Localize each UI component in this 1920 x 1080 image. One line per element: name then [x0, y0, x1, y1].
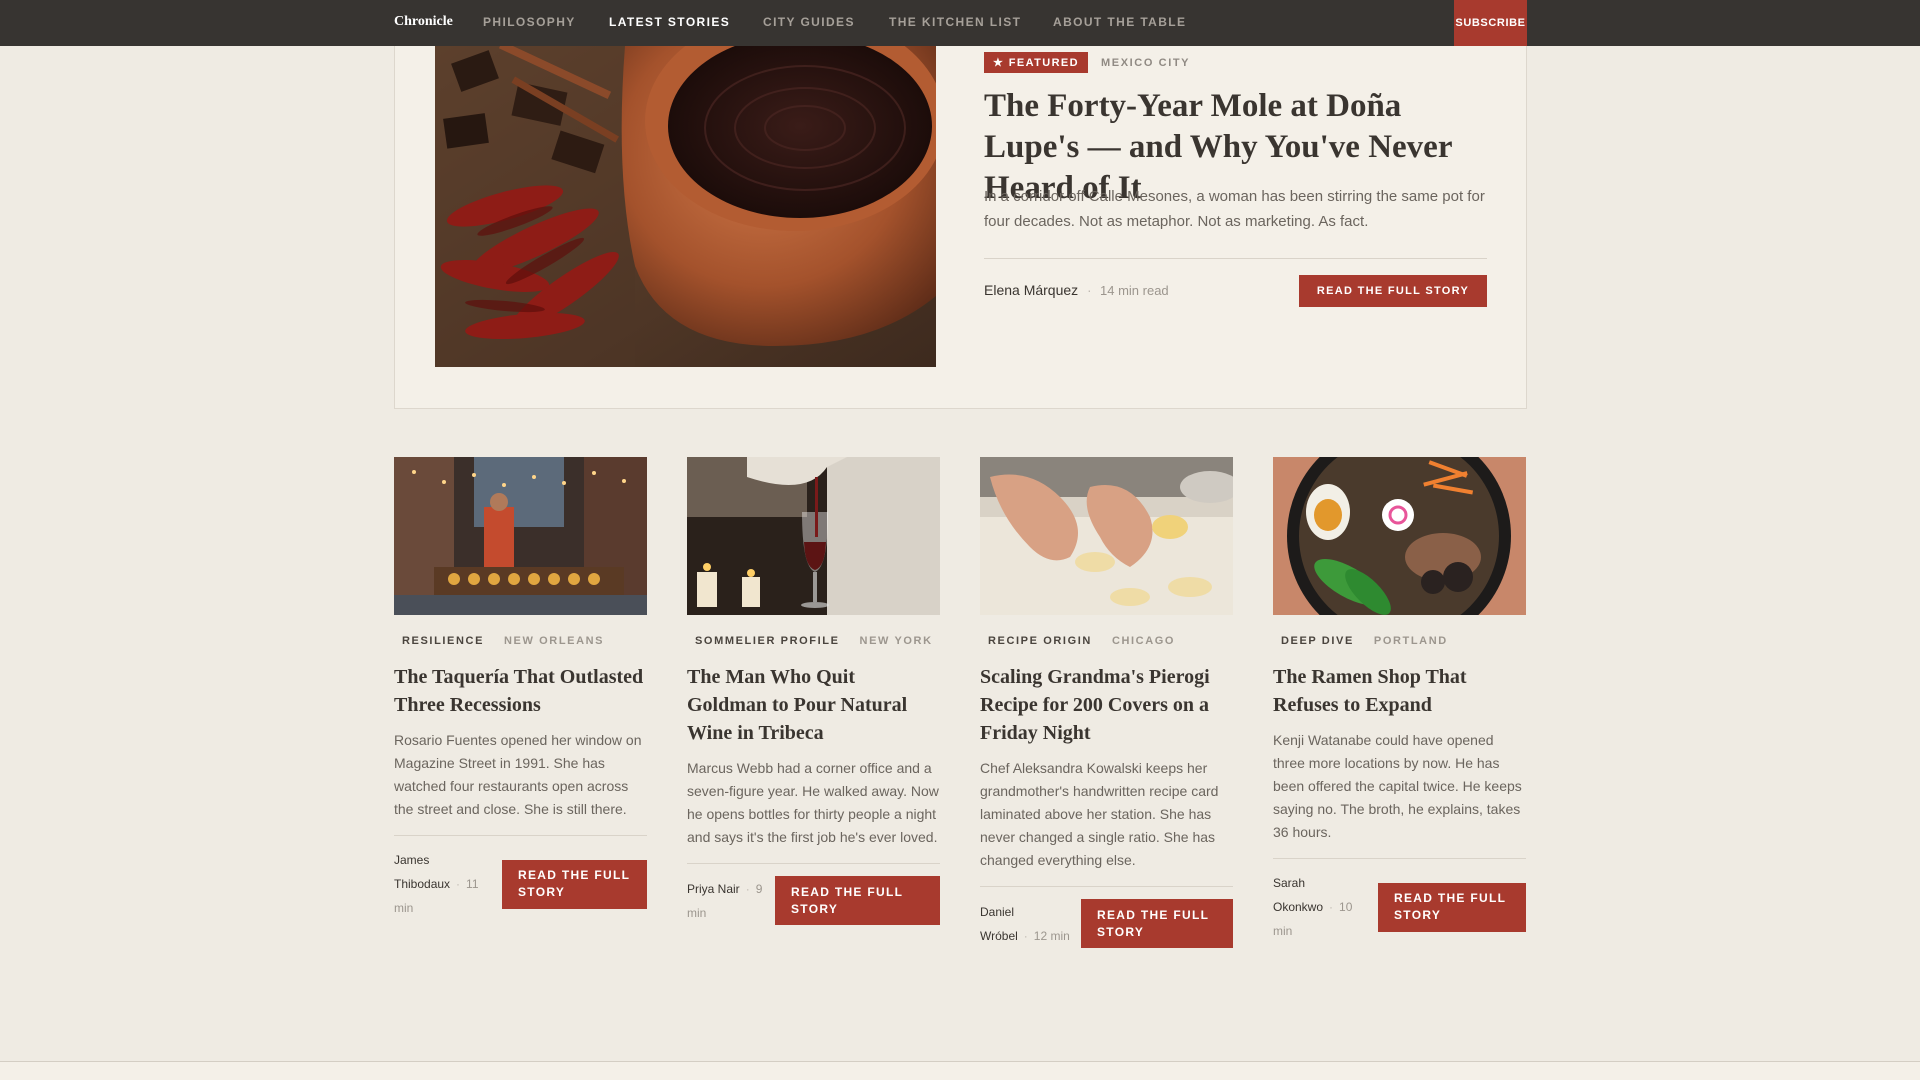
featured-image-mole-pot[interactable]	[435, 46, 936, 367]
story-meta: Priya Nair · 9 min	[687, 877, 762, 925]
story-author-last[interactable]: Wróbel	[980, 929, 1018, 943]
story-meta: Sarah Okonkwo · 10 min	[1273, 871, 1352, 943]
featured-badge: ★ FEATURED	[984, 52, 1088, 73]
story-card: SOMMELIER PROFILE NEW YORK The Man Who Q…	[687, 457, 940, 925]
story-read-minutes: 12	[1033, 928, 1048, 943]
story-read-unit: min	[1050, 928, 1070, 943]
footer	[0, 1062, 1920, 1080]
story-title[interactable]: The Man Who Quit Goldman to Pour Natural…	[687, 663, 940, 747]
story-city[interactable]: NEW ORLEANS	[504, 635, 604, 647]
story-read-button[interactable]: READ THE FULL STORY	[775, 876, 940, 925]
story-footer: Priya Nair · 9 min READ THE FULL STORY	[687, 863, 940, 925]
nav-link-city-guides[interactable]: CITY GUIDES	[763, 15, 855, 29]
story-meta: James Thibodaux · 11 min	[394, 848, 479, 920]
featured-author[interactable]: Elena Márquez	[984, 282, 1078, 298]
featured-divider	[984, 258, 1487, 259]
story-footer: Sarah Okonkwo · 10 min READ THE FULL STORY	[1273, 858, 1526, 943]
meta-separator: ·	[1023, 928, 1028, 943]
story-dek: Rosario Fuentes opened her window on Mag…	[394, 732, 642, 817]
nav-link-about-the-table[interactable]: ABOUT THE TABLE	[1053, 15, 1186, 29]
featured-story: ★ FEATURED MEXICO CITY The Forty-Year Mo…	[394, 46, 1527, 409]
story-read-unit: min	[1273, 924, 1293, 938]
story-title[interactable]: The Taquería That Outlasted Three Recess…	[394, 663, 647, 719]
featured-read-time: 14 min read	[1100, 283, 1169, 298]
meta-separator: ·	[456, 877, 461, 891]
story-author-last[interactable]: Thibodaux	[394, 877, 450, 891]
subscribe-button[interactable]: SUBSCRIBE	[1454, 0, 1527, 46]
featured-dek: In a corridor off Calle Mesones, a woman…	[984, 188, 1485, 230]
story-author[interactable]: Sarah	[1273, 876, 1305, 890]
story-category[interactable]: DEEP DIVE	[1281, 635, 1354, 647]
story-category[interactable]: RESILIENCE	[402, 635, 484, 647]
story-meta: Daniel Wróbel · 12 min	[980, 900, 1070, 948]
story-read-minutes: 9	[755, 881, 763, 896]
story-dek: Marcus Webb had a corner office and a se…	[687, 760, 939, 845]
story-footer: Daniel Wróbel · 12 min READ THE FULL STORY	[980, 886, 1233, 948]
brand-logo[interactable]: Chronicle	[394, 14, 453, 30]
story-image-pierogi[interactable]	[980, 457, 1233, 615]
story-card: RESILIENCE NEW ORLEANS The Taquería That…	[394, 457, 647, 920]
top-nav: Chronicle PHILOSOPHY LATEST STORIES CITY…	[0, 0, 1920, 46]
story-category[interactable]: SOMMELIER PROFILE	[695, 635, 840, 647]
featured-city[interactable]: MEXICO CITY	[1101, 57, 1190, 69]
story-read-minutes: 11	[466, 877, 479, 891]
story-image-ramen[interactable]	[1273, 457, 1526, 615]
story-title[interactable]: The Ramen Shop That Refuses to Expand	[1273, 663, 1526, 719]
story-city[interactable]: NEW YORK	[860, 635, 933, 647]
nav-link-latest-stories[interactable]: LATEST STORIES	[609, 15, 730, 29]
story-title[interactable]: Scaling Grandma's Pierogi Recipe for 200…	[980, 663, 1233, 747]
meta-separator: ·	[1087, 282, 1092, 298]
story-footer: James Thibodaux · 11 min READ THE FULL STO…	[394, 835, 647, 920]
story-card: DEEP DIVE PORTLAND The Ramen Shop That R…	[1273, 457, 1526, 943]
story-read-unit: min	[394, 901, 414, 915]
story-author[interactable]: Daniel	[980, 905, 1014, 919]
story-author[interactable]: James	[394, 853, 429, 867]
story-image-taqueria[interactable]	[394, 457, 647, 615]
story-image-wine[interactable]	[687, 457, 940, 615]
nav-link-philosophy[interactable]: PHILOSOPHY	[483, 15, 576, 29]
featured-read-button[interactable]: READ THE FULL STORY	[1299, 275, 1487, 307]
nav-link-kitchen-list[interactable]: THE KITCHEN LIST	[889, 15, 1021, 29]
story-read-button[interactable]: READ THE FULL STORY	[502, 859, 647, 909]
story-card: RECIPE ORIGIN CHICAGO Scaling Grandma's …	[980, 457, 1233, 948]
story-city[interactable]: CHICAGO	[1112, 635, 1175, 647]
story-read-button[interactable]: READ THE FULL STORY	[1378, 882, 1526, 932]
meta-separator: ·	[745, 881, 750, 896]
story-read-unit: min	[687, 905, 707, 920]
story-dek: Kenji Watanabe could have opened three m…	[1273, 732, 1522, 840]
story-read-button[interactable]: READ THE FULL STORY	[1081, 899, 1233, 948]
story-author[interactable]: Priya Nair	[687, 882, 740, 896]
meta-separator: ·	[1329, 900, 1334, 914]
story-city[interactable]: PORTLAND	[1374, 635, 1448, 647]
story-dek: Chef Aleksandra Kowalski keeps her grand…	[980, 760, 1219, 868]
story-read-minutes: 10	[1339, 900, 1353, 914]
story-category[interactable]: RECIPE ORIGIN	[988, 635, 1092, 647]
story-author-last[interactable]: Okonkwo	[1273, 900, 1323, 914]
